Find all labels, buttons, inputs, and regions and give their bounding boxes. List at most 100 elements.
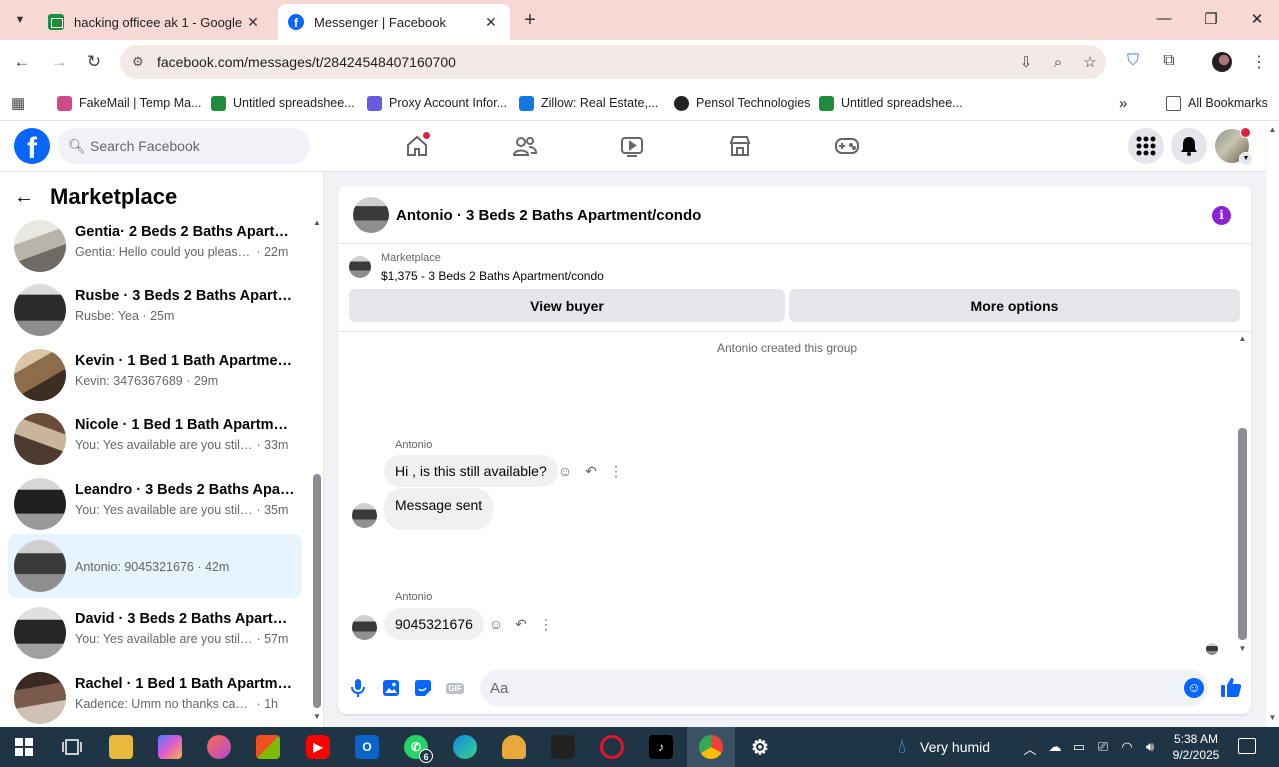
bookmark-zillow[interactable]: Zillow: Real Estate,...	[519, 93, 658, 113]
tab-search-chevron-icon[interactable]: ▼	[8, 8, 32, 32]
friends-icon[interactable]	[509, 131, 541, 161]
conversation-item[interactable]: Rachel · 1 Bed 1 Bath Apartment/condo Ka…	[8, 666, 302, 729]
thumbs-up-icon[interactable]	[1220, 676, 1242, 698]
view-buyer-button[interactable]: View buyer	[349, 289, 785, 322]
react-emoji-icon[interactable]: ☺	[556, 462, 574, 480]
tiktok-icon[interactable]: ♪	[649, 735, 673, 759]
tray-chevron-up-icon[interactable]: ︿	[1021, 739, 1039, 758]
bookmark-star-icon[interactable]: ☆	[1074, 53, 1106, 71]
tab-messenger[interactable]: f Messenger | Facebook ✕	[278, 4, 510, 40]
shield-icon[interactable]: ⛉	[1122, 52, 1144, 74]
chrome-icon[interactable]	[699, 735, 723, 759]
gaming-icon[interactable]	[831, 131, 863, 161]
reload-icon[interactable]: ↻	[83, 51, 105, 73]
listing-title[interactable]: $1,375 - 3 Beds 2 Baths Apartment/condo	[381, 269, 604, 283]
bell-icon[interactable]	[1171, 128, 1207, 164]
apps-grid-icon[interactable]: ▦	[11, 93, 32, 113]
close-tab-icon[interactable]: ✕	[244, 14, 262, 31]
search-input[interactable]	[90, 138, 290, 154]
url-text[interactable]: facebook.com/messages/t/2842454840716070…	[157, 54, 1010, 70]
youtube-icon[interactable]: ▶	[306, 735, 330, 759]
scrollbar-thumb[interactable]	[1238, 428, 1247, 640]
reply-icon[interactable]: ↶	[512, 615, 530, 633]
back-arrow-icon[interactable]: ←	[14, 186, 44, 209]
chat-avatar[interactable]	[353, 197, 389, 233]
extensions-puzzle-icon[interactable]: ⧉	[1158, 52, 1180, 74]
clock[interactable]: 5:38 AM 9/2/2025	[1166, 731, 1226, 763]
install-app-icon[interactable]: ⇩	[1010, 53, 1042, 71]
outlook-icon[interactable]: O	[355, 735, 379, 759]
scroll-up-icon[interactable]: ▲	[313, 218, 321, 227]
sticker-icon[interactable]	[413, 678, 433, 698]
message-input[interactable]	[480, 670, 1208, 706]
tab-google-sheets[interactable]: hacking officee ak 1 - Google Sheets ✕	[38, 4, 272, 40]
battery-icon[interactable]: ▭	[1070, 739, 1088, 755]
forward-arrow-icon[interactable]: →	[48, 51, 70, 73]
more-actions-icon[interactable]: ⋮	[607, 462, 625, 480]
restore-icon[interactable]: ❐	[1199, 10, 1223, 28]
bookmark-proxy[interactable]: Proxy Account Infor...	[367, 93, 507, 113]
react-emoji-icon[interactable]: ☺	[487, 615, 505, 633]
weather-widget[interactable]: 💧︎ Very humid	[898, 737, 990, 757]
more-actions-icon[interactable]: ⋮	[537, 615, 555, 633]
minimize-icon[interactable]: —	[1152, 10, 1176, 27]
message-bubble[interactable]: 9045321676	[384, 608, 484, 640]
sender-avatar[interactable]	[352, 615, 377, 640]
conversation-item[interactable]: Rusbe · 3 Beds 2 Baths Apartment/condo R…	[8, 278, 302, 342]
onedrive-cloud-icon[interactable]: ☁	[1046, 739, 1064, 755]
gif-icon[interactable]: GIF	[445, 678, 465, 698]
address-bar[interactable]: ⚙ facebook.com/messages/t/28424548407160…	[120, 45, 1106, 79]
badge-app-icon[interactable]	[502, 735, 526, 759]
more-menu-icon[interactable]: ⋮	[1248, 52, 1270, 74]
site-settings-icon[interactable]: ⚙	[132, 54, 150, 70]
more-options-button[interactable]: More options	[789, 289, 1240, 322]
scroll-up-icon[interactable]: ▲	[1238, 334, 1247, 343]
sender-avatar[interactable]	[352, 503, 377, 528]
scroll-down-icon[interactable]: ▼	[313, 712, 321, 721]
photo-icon[interactable]	[381, 678, 401, 698]
copilot-icon[interactable]	[158, 735, 182, 759]
scroll-down-icon[interactable]: ▼	[1238, 644, 1247, 653]
account-avatar[interactable]: ▼	[1215, 127, 1253, 166]
task-view-icon[interactable]	[60, 735, 84, 759]
notifications-icon[interactable]	[1238, 738, 1256, 754]
bookmark-spreadsheet-2[interactable]: Untitled spreadshee...	[819, 93, 963, 113]
video-icon[interactable]	[616, 131, 648, 161]
page-scrollbar[interactable]: ▲ ▼	[1266, 121, 1279, 727]
app-dark-icon[interactable]	[551, 735, 575, 759]
conversation-item[interactable]: Leandro · 3 Beds 2 Baths Apartment/condo…	[8, 472, 302, 536]
app-icon[interactable]	[207, 735, 231, 759]
device-icon[interactable]: ⎚	[1094, 739, 1112, 755]
bookmark-pensol[interactable]: Pensol Technologies	[674, 93, 810, 113]
file-explorer-icon[interactable]	[109, 735, 133, 759]
whatsapp-icon[interactable]: ✆ 6	[404, 735, 433, 763]
emoji-icon[interactable]: ☺	[1184, 678, 1204, 698]
conversation-item[interactable]: Kevin · 1 Bed 1 Bath Apartment/condo Kev…	[8, 343, 302, 407]
zoom-icon[interactable]: ⌕	[1042, 54, 1074, 71]
scroll-down-icon[interactable]: ▼	[1266, 713, 1279, 722]
scroll-up-icon[interactable]: ▲	[1266, 125, 1279, 134]
microsoft-store-icon[interactable]	[256, 735, 280, 759]
opera-icon[interactable]	[600, 735, 624, 759]
windows-start-icon[interactable]	[12, 735, 36, 759]
back-arrow-icon[interactable]: ←	[11, 51, 33, 73]
facebook-search[interactable]: 🔍︎	[58, 128, 310, 164]
conversation-item[interactable]: Nicole · 1 Bed 1 Bath Apartment/condo Yo…	[8, 407, 302, 471]
info-icon[interactable]: i	[1212, 206, 1231, 225]
facebook-logo[interactable]: f	[14, 128, 50, 164]
browser-profile-avatar[interactable]	[1212, 52, 1232, 72]
listing-thumb[interactable]	[349, 256, 371, 278]
conversation-item-selected[interactable]: Antonio: 9045321676 · 42m	[8, 534, 302, 598]
microphone-icon[interactable]	[348, 678, 368, 698]
message-bubble[interactable]: Message sent	[384, 488, 494, 530]
chat-scrollbar[interactable]: ▲ ▼	[1238, 334, 1247, 654]
close-tab-icon[interactable]: ✕	[482, 14, 500, 31]
settings-gear-icon[interactable]: ⚙	[748, 735, 772, 759]
new-tab-button[interactable]: +	[518, 9, 542, 32]
bookmark-spreadsheet-1[interactable]: Untitled spreadshee...	[211, 93, 355, 113]
menu-grid-icon[interactable]	[1128, 128, 1164, 164]
more-bookmarks-icon[interactable]: »	[1119, 93, 1127, 113]
reply-icon[interactable]: ↶	[582, 462, 600, 480]
wifi-icon[interactable]: ◠	[1118, 739, 1136, 755]
conversation-item[interactable]: David · 3 Beds 2 Baths Apartment/condo Y…	[8, 601, 302, 665]
